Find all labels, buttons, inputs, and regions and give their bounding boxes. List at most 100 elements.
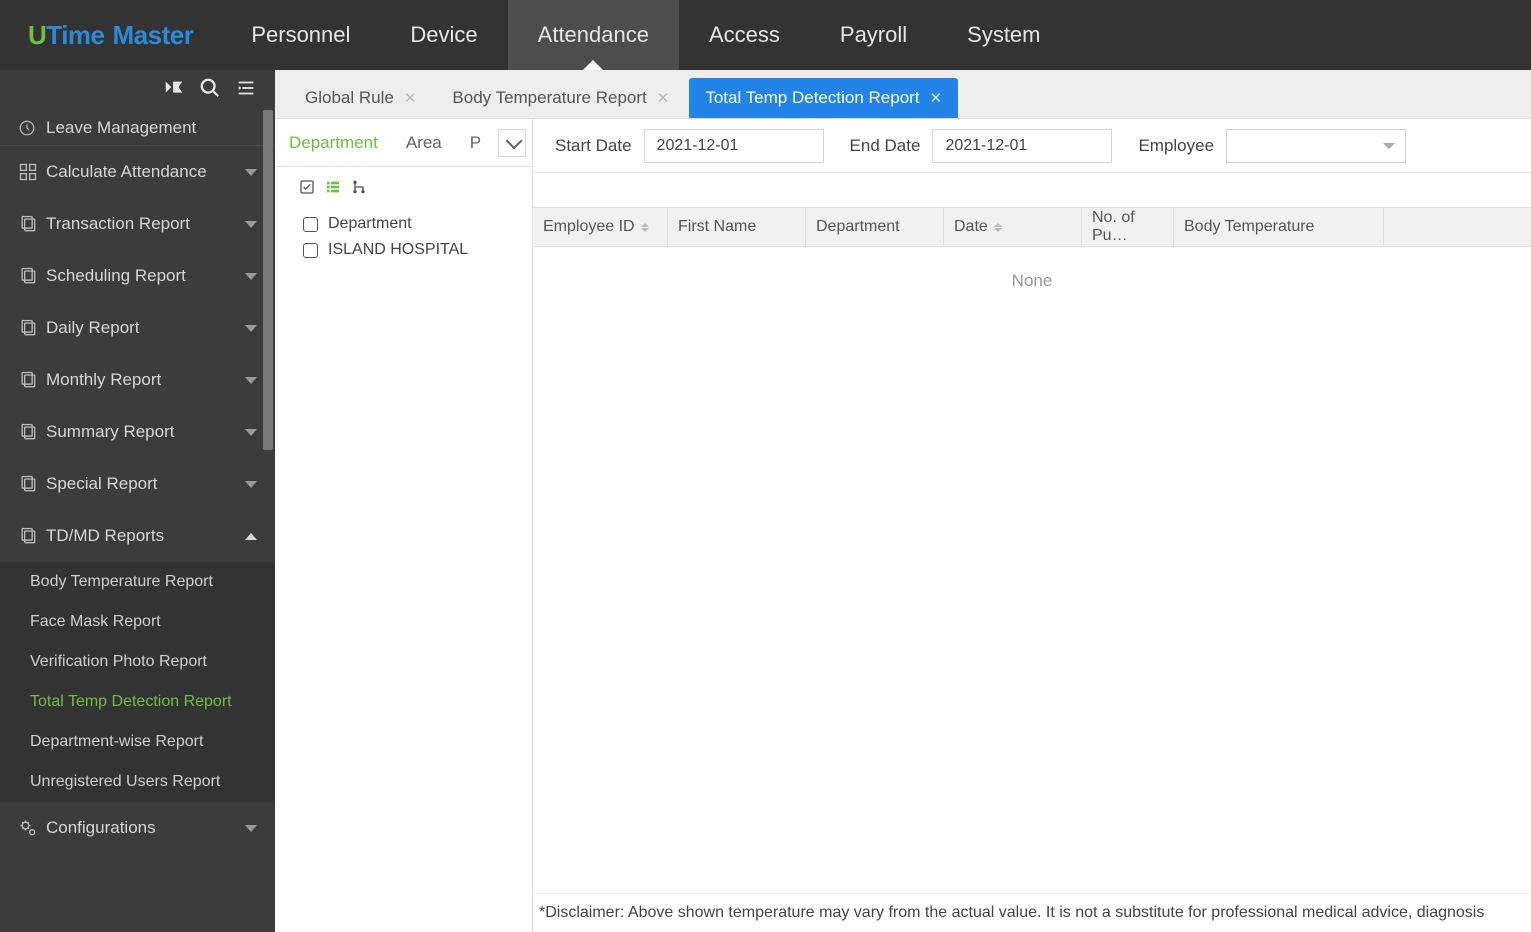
- sidebar-item-td-md-reports[interactable]: TD/MD Reports: [0, 510, 275, 562]
- sidebar-menu: Leave Management Calculate Attendance Tran…: [0, 110, 275, 854]
- column-label: No. of Pu…: [1092, 209, 1173, 245]
- logo-time: Time: [46, 20, 104, 50]
- chevron-down-icon: [245, 273, 257, 280]
- column-employee-id[interactable]: Employee ID: [533, 208, 668, 246]
- disclaimer: *Disclaimer: Above shown temperature may…: [533, 893, 1531, 932]
- bookmark-icon[interactable]: [163, 77, 185, 104]
- logo: UTime Master: [0, 20, 221, 51]
- tree-label: Department: [328, 215, 412, 233]
- tree-view-icon[interactable]: [351, 179, 367, 195]
- sidebar-item-label: Calculate Attendance: [46, 162, 207, 182]
- sidebar-item-calculate-attendance[interactable]: Calculate Attendance: [0, 146, 275, 198]
- column-label: Body Temperature: [1184, 218, 1314, 236]
- tree: Department ISLAND HOSPITAL: [275, 207, 532, 267]
- chevron-down-icon: [245, 825, 257, 832]
- column-body-temperature[interactable]: Body Temperature: [1174, 208, 1384, 246]
- logo-master: Master: [113, 20, 194, 50]
- sidebar-item-daily-report[interactable]: Daily Report: [0, 302, 275, 354]
- column-department[interactable]: Department: [806, 208, 944, 246]
- column-first-name[interactable]: First Name: [668, 208, 806, 246]
- filter-employee: Employee: [1138, 129, 1406, 163]
- collapse-icon[interactable]: [235, 77, 257, 104]
- subtab-dropdown-icon[interactable]: [498, 129, 526, 157]
- sidebar-subitem-total-temp-detection-report[interactable]: Total Temp Detection Report: [0, 682, 275, 722]
- sidebar-subitem-department-wise-report[interactable]: Department-wise Report: [0, 722, 275, 762]
- checkbox[interactable]: [303, 243, 318, 258]
- close-icon[interactable]: ✕: [657, 89, 670, 107]
- column-label: First Name: [678, 218, 756, 236]
- topnav: PersonnelDeviceAttendanceAccessPayrollSy…: [221, 0, 1070, 70]
- tree-toolbar: [275, 167, 532, 207]
- topnav-payroll[interactable]: Payroll: [810, 0, 937, 70]
- sidebar-scrollbar[interactable]: [263, 110, 273, 932]
- tab-global-rule[interactable]: Global Rule✕: [289, 78, 432, 118]
- check-all-icon[interactable]: [299, 179, 315, 195]
- logo-u: U: [28, 20, 46, 50]
- subtab-position[interactable]: Position: [470, 133, 482, 153]
- close-icon[interactable]: ✕: [404, 89, 417, 107]
- filter-bar: Start Date End Date Employee: [533, 119, 1531, 173]
- sidebar-item-monthly-report[interactable]: Monthly Report: [0, 354, 275, 406]
- topnav-device[interactable]: Device: [380, 0, 507, 70]
- list-view-icon[interactable]: [325, 179, 341, 195]
- employee-label: Employee: [1138, 136, 1214, 156]
- close-icon[interactable]: ✕: [930, 89, 943, 107]
- sidebar-item-label: Daily Report: [46, 318, 140, 338]
- topnav-attendance[interactable]: Attendance: [508, 0, 679, 70]
- sidebar-item-label: Special Report: [46, 474, 158, 494]
- content: Global Rule✕Body Temperature Report✕Tota…: [275, 70, 1531, 932]
- column-date[interactable]: Date: [944, 208, 1082, 246]
- tab-label: Body Temperature Report: [452, 88, 646, 108]
- sidebar-item-label: Transaction Report: [46, 214, 190, 234]
- right-panel: Start Date End Date Employee Employee ID…: [533, 119, 1531, 932]
- subtab-area[interactable]: Area: [406, 133, 442, 153]
- sidebar-subitem-face-mask-report[interactable]: Face Mask Report: [0, 602, 275, 642]
- sort-icon[interactable]: [641, 223, 649, 232]
- tab-total-temp-detection-report[interactable]: Total Temp Detection Report✕: [689, 78, 958, 118]
- end-date-input[interactable]: [932, 129, 1112, 163]
- sidebar-subitem-verification-photo-report[interactable]: Verification Photo Report: [0, 642, 275, 682]
- chevron-down-icon: [245, 325, 257, 332]
- scroll-thumb[interactable]: [263, 110, 273, 450]
- sidebar-item-label: Scheduling Report: [46, 266, 186, 286]
- chevron-down-icon: [245, 481, 257, 488]
- sidebar-item-label: Leave Management: [46, 118, 196, 138]
- subtab-department[interactable]: Department: [289, 133, 378, 153]
- chevron-up-icon: [245, 533, 257, 540]
- sidebar-toolbar: [0, 70, 275, 110]
- tab-body-temperature-report[interactable]: Body Temperature Report ✕: [436, 78, 685, 118]
- column-label: Date: [954, 218, 988, 236]
- sidebar-item-special-report[interactable]: Special Report: [0, 458, 275, 510]
- sidebar-item-configurations[interactable]: Configurations: [0, 802, 275, 854]
- start-date-input[interactable]: [644, 129, 824, 163]
- column-label: Employee ID: [543, 218, 635, 236]
- copy-icon: [18, 474, 46, 494]
- chevron-down-icon: [245, 429, 257, 436]
- gap-row: [533, 173, 1531, 207]
- sidebar-item-label: Monthly Report: [46, 370, 161, 390]
- sidebar-item-leave-management[interactable]: Leave Management: [0, 110, 275, 146]
- sidebar-item-scheduling-report[interactable]: Scheduling Report: [0, 250, 275, 302]
- sort-icon[interactable]: [994, 223, 1002, 232]
- sidebar-item-transaction-report[interactable]: Transaction Report: [0, 198, 275, 250]
- sidebar-subitem-body-temperature-report[interactable]: Body Temperature Report: [0, 562, 275, 602]
- filter-start-date: Start Date: [555, 129, 824, 163]
- copy-icon: [18, 318, 46, 338]
- start-date-label: Start Date: [555, 136, 632, 156]
- search-icon[interactable]: [199, 77, 221, 104]
- checkbox[interactable]: [303, 217, 318, 232]
- layout: Leave Management Calculate Attendance Tran…: [0, 70, 1531, 932]
- end-date-label: End Date: [850, 136, 921, 156]
- sidebar-item-summary-report[interactable]: Summary Report: [0, 406, 275, 458]
- filter-end-date: End Date: [850, 129, 1113, 163]
- copy-icon: [18, 266, 46, 286]
- topnav-personnel[interactable]: Personnel: [221, 0, 380, 70]
- topnav-access[interactable]: Access: [679, 0, 810, 70]
- sidebar-subitem-unregistered-users-report[interactable]: Unregistered Users Report: [0, 762, 275, 802]
- tree-node-department[interactable]: Department: [287, 211, 520, 237]
- table-body: None: [533, 247, 1531, 893]
- column-no-of-pu-[interactable]: No. of Pu…: [1082, 208, 1174, 246]
- employee-select[interactable]: [1226, 129, 1406, 163]
- tree-node-island-hospital[interactable]: ISLAND HOSPITAL: [287, 237, 520, 263]
- topnav-system[interactable]: System: [937, 0, 1070, 70]
